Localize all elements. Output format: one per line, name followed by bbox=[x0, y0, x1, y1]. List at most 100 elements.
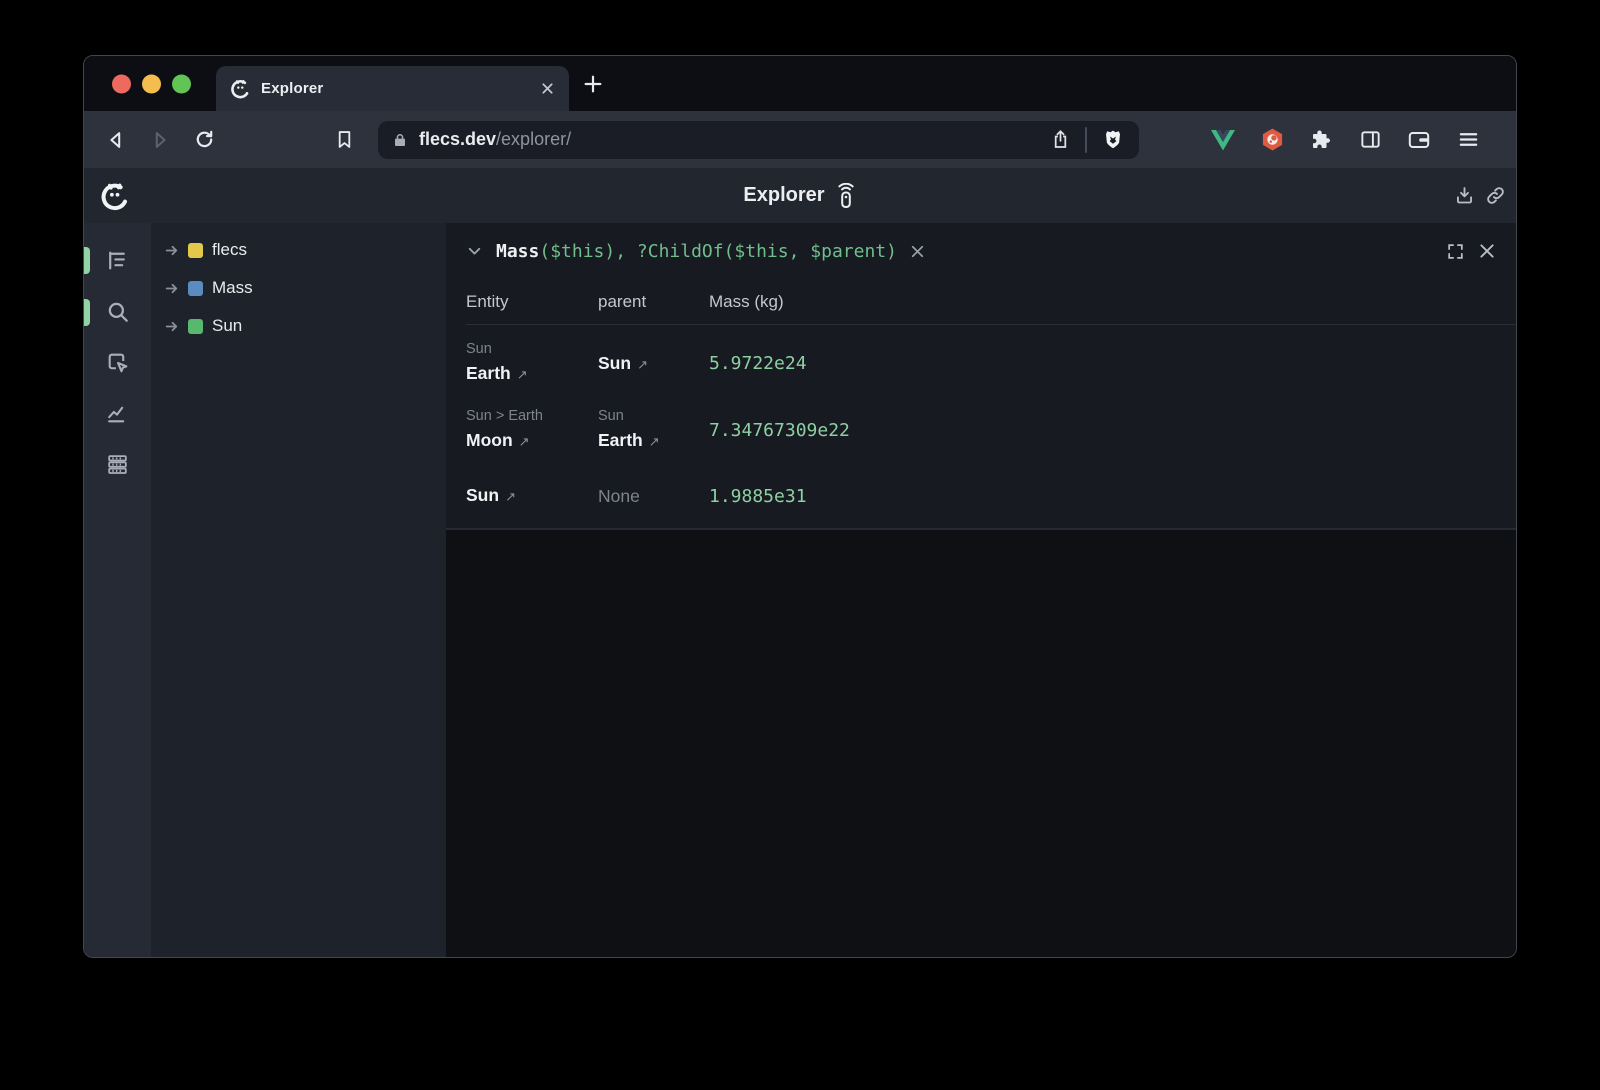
copy-link-icon[interactable] bbox=[1484, 185, 1506, 207]
download-icon[interactable] bbox=[1453, 185, 1475, 207]
query-search-icon[interactable] bbox=[96, 286, 140, 337]
clear-query-icon[interactable] bbox=[909, 243, 926, 260]
urlbar-right-icons bbox=[1050, 127, 1125, 153]
table-row: Sun > Earth Moon↗ Sun Earth↗ 7.34767309e… bbox=[466, 397, 1516, 464]
column-header-entity: Entity bbox=[466, 292, 598, 312]
tab-favicon-flecs-icon bbox=[230, 78, 251, 99]
entity-link[interactable]: Sun ↗ bbox=[466, 482, 516, 510]
entity-link[interactable]: Earth ↗ bbox=[466, 360, 598, 388]
parent-path: Sun bbox=[598, 406, 709, 427]
tree-item-label: Mass bbox=[212, 278, 253, 298]
traffic-lights bbox=[112, 74, 191, 93]
close-panel-icon[interactable] bbox=[1478, 242, 1496, 260]
query-panel-actions bbox=[1446, 242, 1496, 261]
query-term-tail: ($this), ?ChildOf($this, $parent) bbox=[539, 241, 897, 262]
parent-name: Sun bbox=[598, 353, 631, 373]
expand-arrow-icon[interactable] bbox=[164, 242, 181, 259]
inspector-icon[interactable] bbox=[96, 337, 140, 388]
remote-connection-icon[interactable] bbox=[835, 183, 857, 209]
open-link-icon[interactable]: ↗ bbox=[505, 489, 516, 504]
query-term-head: Mass bbox=[496, 241, 539, 262]
minimize-window-button[interactable] bbox=[142, 74, 161, 93]
zoom-window-button[interactable] bbox=[172, 74, 191, 93]
query-expression[interactable]: Mass($this), ?ChildOf($this, $parent) bbox=[496, 241, 897, 262]
browser-window: Explorer flecs.dev/explorer/ bbox=[83, 55, 1517, 958]
left-icon-sidebar bbox=[84, 223, 151, 957]
open-link-icon[interactable]: ↗ bbox=[649, 434, 660, 449]
tree-item-label: flecs bbox=[212, 240, 247, 260]
wallet-icon[interactable] bbox=[1405, 126, 1433, 154]
chevron-down-icon[interactable] bbox=[466, 243, 483, 260]
entity-tree-icon[interactable] bbox=[96, 235, 140, 286]
mass-value: 1.9885e31 bbox=[709, 486, 807, 507]
tab-title: Explorer bbox=[261, 80, 323, 97]
entity-cell: Sun Earth↗ bbox=[466, 339, 598, 388]
mass-cell: 5.9722e24 bbox=[709, 339, 1516, 388]
entity-link[interactable]: Moon ↗ bbox=[466, 427, 598, 455]
urlbar-divider bbox=[1085, 127, 1087, 153]
entity-cell: Sun > Earth Moon ↗ bbox=[466, 406, 598, 455]
forward-button[interactable] bbox=[138, 118, 182, 162]
bookmark-icon[interactable] bbox=[322, 118, 366, 162]
new-tab-button[interactable] bbox=[582, 73, 604, 95]
mass-value: 5.9722e24 bbox=[709, 353, 807, 374]
column-header-mass: Mass (kg) bbox=[709, 292, 1516, 312]
page-header: Explorer bbox=[84, 168, 1516, 223]
table-header-row: Entity parent Mass (kg) bbox=[466, 279, 1516, 325]
entity-color-swatch bbox=[188, 319, 203, 334]
query-results-panel: Mass($this), ?ChildOf($this, $parent) bbox=[446, 223, 1516, 530]
entity-tree-panel: flecs Mass Sun bbox=[151, 223, 446, 957]
back-button[interactable] bbox=[94, 118, 138, 162]
tab-close-icon[interactable] bbox=[540, 81, 555, 96]
entity-color-swatch bbox=[188, 243, 203, 258]
table-row: Sun Earth ↗ Sun ↗ 5.9722e24 bbox=[466, 330, 1516, 397]
tree-item-sun[interactable]: Sun bbox=[151, 307, 446, 345]
page-title-text: Explorer bbox=[743, 184, 824, 207]
parent-link[interactable]: Earth ↗ bbox=[598, 427, 709, 455]
page-title: Explorer bbox=[743, 183, 856, 209]
query-results-table: Entity parent Mass (kg) Sun Earth ↗ Sun ↗ bbox=[446, 279, 1516, 528]
share-icon[interactable] bbox=[1050, 129, 1071, 150]
url-bar[interactable]: flecs.dev/explorer/ bbox=[378, 121, 1139, 159]
lock-icon bbox=[392, 132, 408, 148]
menu-icon[interactable] bbox=[1454, 126, 1482, 154]
browser-toolbar: flecs.dev/explorer/ bbox=[84, 111, 1516, 168]
open-link-icon[interactable]: ↗ bbox=[519, 434, 530, 449]
entity-path: Sun > Earth bbox=[466, 406, 598, 427]
statistics-chart-icon[interactable] bbox=[96, 388, 140, 439]
entity-cell: Sun ↗ bbox=[466, 482, 598, 510]
flecs-logo-icon[interactable] bbox=[100, 181, 130, 211]
parent-name: Earth bbox=[598, 430, 643, 450]
vue-devtools-icon[interactable] bbox=[1209, 126, 1237, 154]
reload-button[interactable] bbox=[182, 118, 226, 162]
url-text: flecs.dev/explorer/ bbox=[419, 129, 571, 150]
open-link-icon[interactable]: ↗ bbox=[637, 357, 648, 372]
parent-none: None bbox=[598, 483, 640, 510]
parent-cell: Sun ↗ bbox=[598, 339, 709, 388]
tree-item-mass[interactable]: Mass bbox=[151, 269, 446, 307]
parent-cell: None bbox=[598, 482, 709, 510]
entity-name: Moon bbox=[466, 430, 513, 450]
sidebar-toggle-icon[interactable] bbox=[1356, 126, 1384, 154]
page-header-actions bbox=[1453, 185, 1506, 207]
entity-name: Earth bbox=[466, 363, 511, 383]
expand-arrow-icon[interactable] bbox=[164, 280, 181, 297]
main-area: Mass($this), ?ChildOf($this, $parent) bbox=[446, 223, 1516, 957]
fullscreen-icon[interactable] bbox=[1446, 242, 1465, 261]
expand-arrow-icon[interactable] bbox=[164, 318, 181, 335]
browser-tab[interactable]: Explorer bbox=[216, 66, 569, 111]
entity-color-swatch bbox=[188, 281, 203, 296]
extensions-puzzle-icon[interactable] bbox=[1307, 126, 1335, 154]
tree-item-flecs[interactable]: flecs bbox=[151, 231, 446, 269]
close-window-button[interactable] bbox=[112, 74, 131, 93]
open-link-icon[interactable]: ↗ bbox=[517, 367, 528, 382]
hexagon-extension-icon[interactable] bbox=[1258, 126, 1286, 154]
entity-name: Sun bbox=[466, 485, 499, 505]
extension-icons bbox=[1151, 126, 1506, 154]
brave-shields-icon[interactable] bbox=[1101, 128, 1125, 152]
parent-link[interactable]: Sun ↗ bbox=[598, 350, 648, 378]
parent-cell: Sun Earth ↗ bbox=[598, 406, 709, 455]
query-header: Mass($this), ?ChildOf($this, $parent) bbox=[446, 223, 1516, 279]
column-header-parent: parent bbox=[598, 292, 709, 312]
memory-icon[interactable] bbox=[96, 439, 140, 490]
